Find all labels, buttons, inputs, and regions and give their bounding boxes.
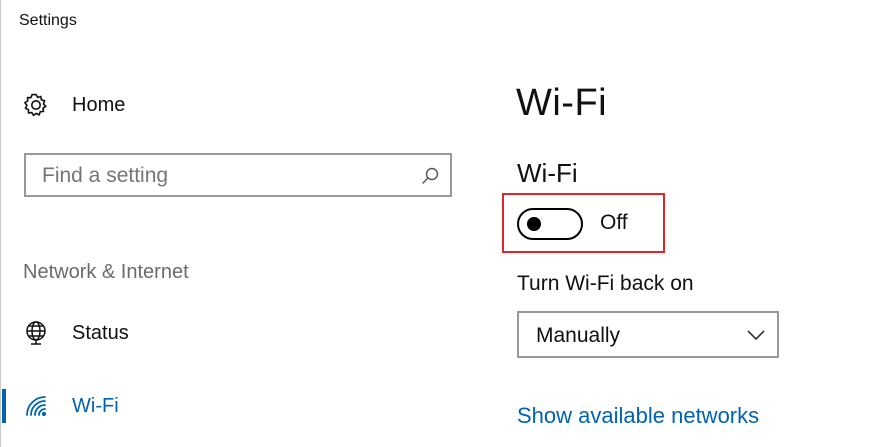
sidebar-home-label: Home — [72, 93, 126, 116]
search-input[interactable] — [42, 163, 402, 189]
window-left-border — [0, 0, 1, 447]
section-heading: Network & Internet — [23, 261, 189, 283]
turn-back-on-dropdown[interactable]: Manually — [517, 311, 779, 358]
selected-indicator — [2, 389, 6, 423]
sidebar-item-label: Wi-Fi — [72, 394, 119, 417]
dropdown-value: Manually — [536, 324, 621, 347]
chevron-down-icon — [747, 328, 765, 341]
turn-back-on-label: Turn Wi-Fi back on — [517, 272, 694, 295]
toggle-knob — [527, 217, 541, 231]
gear-icon — [22, 91, 50, 119]
wifi-toggle-state: Off — [600, 211, 628, 234]
search-icon[interactable] — [420, 166, 440, 186]
window-title: Settings — [19, 12, 77, 29]
page-title: Wi-Fi — [516, 82, 608, 124]
sidebar-home[interactable]: Home — [22, 91, 125, 119]
show-available-networks-link[interactable]: Show available networks — [517, 403, 759, 429]
search-box[interactable] — [24, 153, 452, 197]
sidebar-item-wifi[interactable]: Wi-Fi — [22, 392, 119, 420]
wifi-icon — [22, 392, 50, 420]
sidebar-item-status[interactable]: Status — [22, 319, 129, 347]
wifi-section-title: Wi-Fi — [517, 158, 578, 188]
wifi-toggle[interactable] — [517, 208, 583, 240]
globe-icon — [22, 319, 50, 347]
sidebar-item-label: Status — [72, 321, 129, 344]
